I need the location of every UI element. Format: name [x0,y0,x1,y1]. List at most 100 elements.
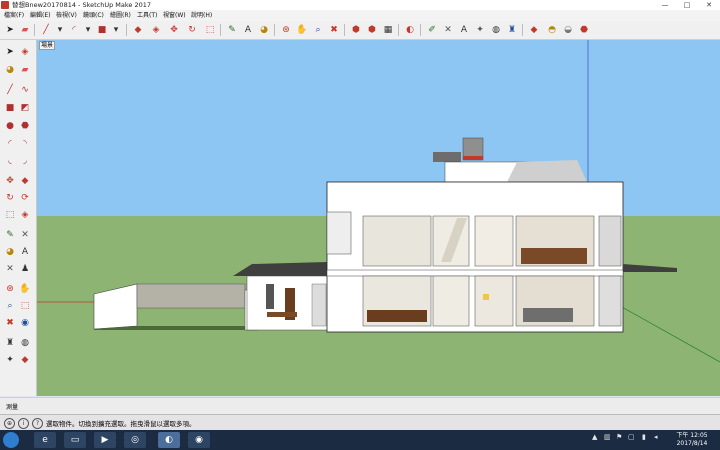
pie-tool-icon[interactable]: ◞ [19,155,31,167]
menu-file[interactable]: 檔案(F) [4,10,24,21]
line-dropdown-icon[interactable]: ▾ [54,24,66,36]
two-point-arc-icon[interactable]: ◝ [19,138,31,150]
section-plane-icon[interactable]: ◆ [528,24,540,36]
minimize-button[interactable]: — [655,0,675,10]
walk-tool-icon[interactable]: ✦ [474,24,486,36]
shape-dropdown-icon[interactable]: ▾ [110,24,122,36]
volume-icon[interactable]: ◂ [654,433,658,441]
dimension-tool-icon[interactable]: ✕ [19,229,31,241]
media-player-icon[interactable]: ▶ [94,432,116,448]
eraser-tool-icon[interactable]: ▰ [19,64,31,76]
menu-tools[interactable]: 工具(T) [137,10,157,21]
push-pull-tool-icon[interactable]: ◆ [132,24,144,36]
look-around-icon[interactable]: ◍ [19,337,31,349]
taskbar-clock[interactable]: 下午 12:05 2017/8/14 [670,432,714,448]
select-tool-icon[interactable]: ➤ [4,24,16,36]
axes-tool-icon[interactable]: ✕ [4,263,16,275]
user-status-icon[interactable]: ? [32,418,43,429]
move-tool-icon[interactable]: ✥ [168,24,180,36]
polygon-tool-icon[interactable]: ⬣ [19,120,31,132]
position-camera-icon[interactable]: ♜ [4,337,16,349]
zoom-window-icon[interactable]: ⬚ [19,300,31,312]
menu-draw[interactable]: 繪圖(R) [110,10,131,21]
protractor-tool-icon[interactable]: ✕ [442,24,454,36]
menu-camera[interactable]: 鏡頭(C) [83,10,104,21]
geo-location-status-icon[interactable]: ⊕ [4,418,15,429]
arc-tool-icon[interactable]: ◜ [4,138,16,150]
scene-tab[interactable]: 場景 [39,41,56,50]
scale-tool-icon[interactable]: ⬚ [4,209,16,221]
3d-text-icon[interactable]: ♟ [19,263,31,275]
freehand-tool-icon[interactable]: ∿ [19,84,31,96]
previous-view-icon[interactable]: ◉ [19,317,31,329]
line-app-icon[interactable]: ◉ [188,432,210,448]
tape-measure-icon[interactable]: ✎ [4,229,16,241]
3d-warehouse-icon[interactable]: ⬢ [350,24,362,36]
menu-help[interactable]: 說明(H) [191,10,212,21]
arc-dropdown-icon[interactable]: ▾ [82,24,94,36]
move-tool-icon[interactable]: ✥ [4,175,16,187]
menu-view[interactable]: 檢視(V) [56,10,77,21]
geo-location-icon[interactable]: ◓ [546,24,558,36]
protractor-tool-icon[interactable]: ◕ [4,246,16,258]
menu-window[interactable]: 視窗(W) [163,10,186,21]
select-tool-icon[interactable]: ➤ [4,46,16,58]
sketchup-taskbar-icon[interactable]: ◐ [158,432,180,448]
extension-warehouse-icon[interactable]: ▦ [382,24,394,36]
three-point-arc-icon[interactable]: ◟ [4,155,16,167]
rotate-tool-icon[interactable]: ↻ [4,192,16,204]
rotate-tool-icon[interactable]: ↻ [186,24,198,36]
text-tool-icon[interactable]: A [242,24,254,36]
offset-tool-icon[interactable]: ◈ [150,24,162,36]
walk-tool-icon[interactable]: ✦ [4,354,16,366]
rectangle-tool-icon[interactable]: ■ [4,102,16,114]
eraser-tool-icon[interactable]: ▰ [19,24,31,36]
orbit-tool-icon[interactable]: ⊛ [4,283,16,295]
position-camera-icon[interactable]: ♜ [506,24,518,36]
chat-icon[interactable]: ▢ [628,433,635,441]
close-button[interactable]: ✕ [699,0,719,10]
action-center-icon[interactable]: ⚑ [616,433,622,441]
line-tool-icon[interactable]: ╱ [4,84,16,96]
pan-tool-icon[interactable]: ✋ [296,24,308,36]
chrome-icon[interactable]: ◎ [124,432,146,448]
scale-tool-icon[interactable]: ⬚ [204,24,216,36]
rectangle-tool-icon[interactable]: ■ [96,24,108,36]
zoom-extents-icon[interactable]: ✖ [328,24,340,36]
dimension-tool-icon[interactable]: ✐ [426,24,438,36]
file-explorer-icon[interactable]: ▭ [64,432,86,448]
ie-browser-icon[interactable]: e [34,432,56,448]
text-tool-icon[interactable]: A [19,246,31,258]
zoom-tool-icon[interactable]: ⌕ [4,300,16,312]
paint-bucket-icon[interactable]: ◕ [4,64,16,76]
zoom-tool-icon[interactable]: ⌕ [312,24,324,36]
zoom-extents-icon[interactable]: ✖ [4,317,16,329]
axes-tool-icon[interactable]: A [458,24,470,36]
rotated-rectangle-icon[interactable]: ◩ [19,102,31,114]
pan-tool-icon[interactable]: ✋ [19,283,31,295]
sketchup-logo-icon[interactable]: ◐ [404,24,416,36]
tape-measure-icon[interactable]: ✎ [226,24,238,36]
signal-icon[interactable]: ▮ [642,433,646,441]
push-pull-tool-icon[interactable]: ◆ [19,175,31,187]
credits-status-icon[interactable]: i [18,418,29,429]
drawing-viewport[interactable]: 場景 [37,40,720,396]
circle-tool-icon[interactable]: ● [4,120,16,132]
tray-expand-icon[interactable]: ▲ [592,433,597,441]
follow-me-icon[interactable]: ⟳ [19,192,31,204]
line-tool-icon[interactable]: ╱ [40,24,52,36]
layers-icon[interactable]: ⬣ [578,24,590,36]
paint-bucket-icon[interactable]: ◕ [258,24,270,36]
make-component-icon[interactable]: ◈ [19,46,31,58]
start-button-icon[interactable] [3,432,19,448]
arc-tool-icon[interactable]: ◜ [68,24,80,36]
menu-edit[interactable]: 編輯(E) [30,10,50,21]
maximize-button[interactable]: □ [677,0,697,10]
section-plane-icon[interactable]: ◆ [19,354,31,366]
network-icon[interactable]: ▥ [604,433,611,441]
orbit-tool-icon[interactable]: ⊛ [280,24,292,36]
look-around-icon[interactable]: ◍ [490,24,502,36]
share-model-icon[interactable]: ⬢ [366,24,378,36]
model-info-icon[interactable]: ◒ [562,24,574,36]
offset-tool-icon[interactable]: ◈ [19,209,31,221]
